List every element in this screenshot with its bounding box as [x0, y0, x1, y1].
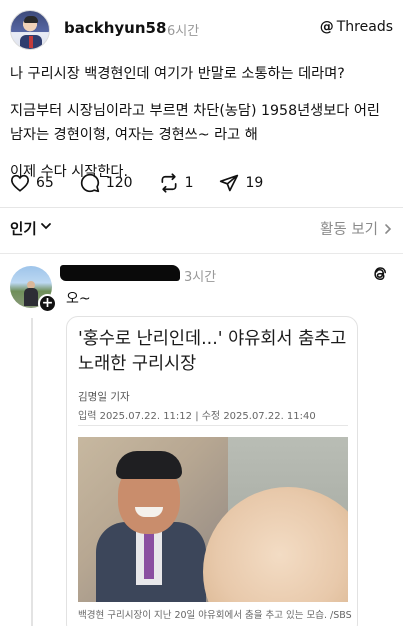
reply-sort-bar: 인기 활동 보기 [10, 218, 393, 240]
username[interactable]: backhyun58 [64, 19, 166, 37]
repost-count: 1 [184, 175, 194, 191]
article-photo [78, 437, 348, 602]
post-line: 지금부터 시장님이라고 부르면 차단(농담) 1958년생보다 어린 남자는 경… [10, 103, 380, 143]
repost-icon [161, 173, 177, 193]
sort-dropdown[interactable]: 인기 [10, 218, 37, 239]
redacted-username [60, 265, 180, 281]
view-activity-link[interactable]: 활동 보기 [320, 218, 393, 239]
reply-time: 3시간 [184, 270, 217, 285]
post-time: 6시간 [167, 24, 200, 39]
heart-icon [10, 174, 30, 192]
activity-label: 활동 보기 [320, 222, 378, 238]
thread-line [31, 318, 33, 626]
follow-plus-icon[interactable]: + [38, 294, 57, 313]
article-title: '홍수로 난리인데...' 야유회서 춤추고 노래한 구리시장 [78, 329, 347, 374]
article-author: 김명일 기자 [78, 391, 130, 403]
share-count: 19 [245, 175, 264, 191]
post-line: 나 구리시장 백경현인데 여기가 반말로 소통하는 데라며? [10, 66, 345, 82]
action-bar: 65 120 1 19 [10, 172, 289, 194]
article-image[interactable]: '홍수로 난리인데...' 야유회서 춤추고 노래한 구리시장 김명일 기자 입… [66, 316, 358, 626]
chevron-right-icon [385, 223, 392, 234]
chevron-down-icon[interactable] [40, 220, 52, 232]
divider [78, 425, 348, 426]
threads-label: Threads [336, 19, 393, 35]
like-button[interactable]: 65 [10, 174, 54, 192]
threads-logo-icon: @ [319, 19, 334, 35]
article-dates: 입력 2025.07.22. 11:12 | 수정 2025.07.22. 11… [78, 411, 316, 422]
repost-button[interactable]: 1 [159, 173, 194, 193]
article-caption: 백경현 구리시장이 지난 20일 야유회에서 춤을 추고 있는 모습. /SBS [78, 610, 352, 621]
like-count: 65 [36, 175, 54, 191]
comment-icon [80, 173, 99, 193]
avatar[interactable] [10, 10, 50, 50]
comment-button[interactable]: 120 [80, 173, 133, 193]
send-icon [220, 174, 239, 192]
comment-count: 120 [105, 175, 133, 191]
divider [0, 207, 403, 208]
post-header: backhyun58 6시간 @ Threads [10, 10, 393, 50]
reply-text: 오~ [66, 291, 91, 307]
share-button[interactable]: 19 [219, 173, 263, 193]
divider [0, 253, 403, 254]
threads-badge[interactable]: @ Threads [320, 19, 393, 35]
threads-logo-icon[interactable] [371, 265, 389, 283]
